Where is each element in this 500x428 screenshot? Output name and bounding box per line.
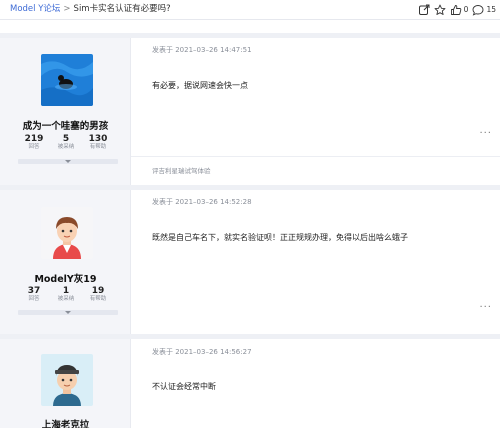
divider (131, 156, 500, 157)
comment-button[interactable]: 15 (472, 4, 496, 16)
post-body: 发表于 2021–03–26 14:56:27 不认证会经常中断 (131, 339, 500, 428)
stat-helpful: 19 有帮助 (89, 286, 107, 302)
post-timestamp: 发表于 2021–03–26 14:56:27 (152, 348, 252, 356)
more-options-button[interactable]: ··· (479, 302, 492, 313)
author-sidebar: 成为一个哇塞的男孩 219 回答 5 被采纳 130 有帮助 (0, 38, 131, 185)
post-card: 上海老克拉 发表于 2021–03–26 14:56:27 不认证会经常中断 (0, 334, 500, 428)
stat-accepted: 1 被采纳 (57, 286, 75, 302)
toolbar-actions: 0 15 (418, 2, 496, 17)
share-icon (418, 4, 430, 15)
comment-count: 15 (486, 5, 496, 14)
favorite-button[interactable] (434, 4, 446, 16)
breadcrumb-current: Sim卡实名认证有必要吗? (73, 4, 171, 14)
user-stats: 219 回答 5 被采纳 130 有帮助 (18, 134, 114, 151)
avatar[interactable] (41, 207, 93, 259)
post-timestamp: 发表于 2021–03–26 14:47:51 (152, 46, 252, 54)
expand-profile-button[interactable] (18, 310, 118, 315)
stat-helpful: 130 有帮助 (88, 134, 108, 150)
avatar[interactable] (41, 54, 93, 106)
top-bar: Model Y论坛 > Sim卡实名认证有必要吗? 0 15 (0, 0, 500, 20)
thumbs-up-icon (450, 4, 461, 15)
chevron-down-icon (65, 311, 71, 314)
breadcrumb: Model Y论坛 > Sim卡实名认证有必要吗? (10, 2, 171, 16)
review-link[interactable]: 评吉利星瑞试驾体验 (152, 165, 211, 175)
chevron-down-icon (65, 160, 71, 163)
post-timestamp: 发表于 2021–03–26 14:52:28 (152, 198, 252, 206)
post-body: 发表于 2021–03–26 14:47:51 有必要，据说网速会快一点 ···… (131, 38, 500, 185)
breadcrumb-separator: > (63, 4, 71, 14)
star-icon (434, 4, 446, 15)
username[interactable]: 上海老克拉 (0, 417, 131, 428)
like-button[interactable]: 0 (450, 4, 469, 16)
more-options-button[interactable]: ··· (479, 128, 492, 139)
post-content: 有必要，据说网速会快一点 (152, 81, 248, 90)
author-sidebar: 上海老克拉 (0, 339, 131, 428)
share-button[interactable] (418, 4, 430, 16)
post-content: 不认证会经常中断 (152, 382, 216, 391)
stat-accepted: 5 被采纳 (57, 134, 75, 150)
username[interactable]: ModelY灰19 (0, 271, 131, 285)
stat-answers: 219 回答 (24, 134, 44, 150)
post-body: 发表于 2021–03–26 14:52:28 既然是自己车名下，就实名验证呗！… (131, 190, 500, 334)
post-card: 成为一个哇塞的男孩 219 回答 5 被采纳 130 有帮助 发表于 2021–03–… (0, 33, 500, 185)
avatar[interactable] (41, 354, 93, 406)
expand-profile-button[interactable] (18, 159, 118, 164)
comment-icon (473, 4, 484, 16)
post-content: 既然是自己车名下，就实名验证呗！正正规规办理，免得以后出啥么蛾子 (152, 233, 408, 242)
breadcrumb-forum-link[interactable]: Model Y论坛 (10, 4, 60, 14)
stat-answers: 37 回答 (27, 286, 41, 302)
user-stats: 37 回答 1 被采纳 19 有帮助 (18, 286, 114, 303)
username[interactable]: 成为一个哇塞的男孩 (0, 118, 131, 132)
like-count: 0 (463, 5, 469, 14)
author-sidebar: ModelY灰19 37 回答 1 被采纳 19 有帮助 (0, 190, 131, 334)
post-card: ModelY灰19 37 回答 1 被采纳 19 有帮助 发表于 2021–03–26… (0, 185, 500, 334)
